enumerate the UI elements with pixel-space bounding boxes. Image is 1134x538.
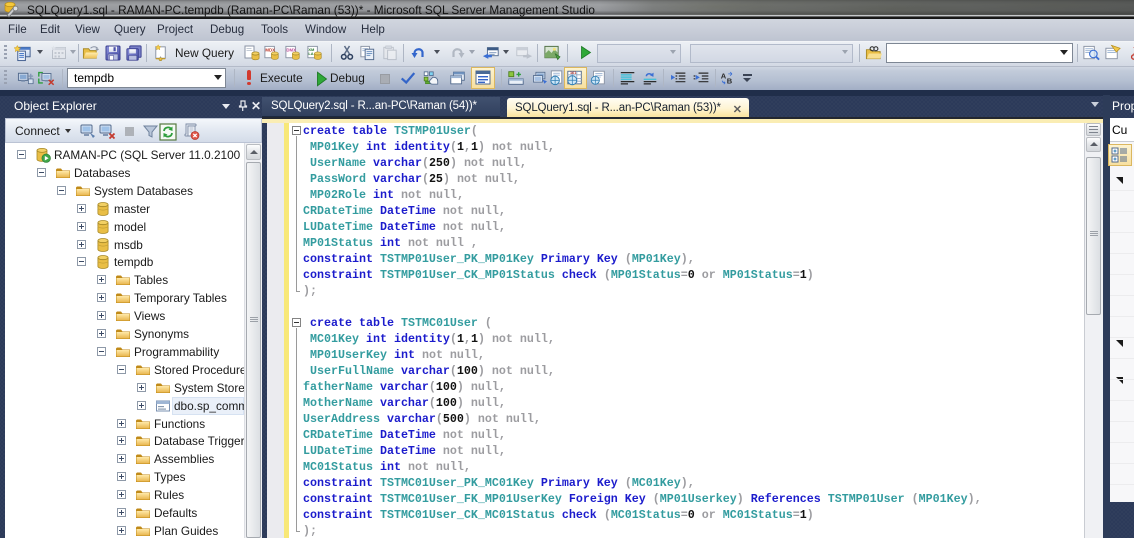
svg-text:A: A [721,71,727,80]
svg-text:B: B [727,77,733,86]
svg-text:LA: LA [308,51,313,56]
svg-text:101: 101 [570,71,576,75]
